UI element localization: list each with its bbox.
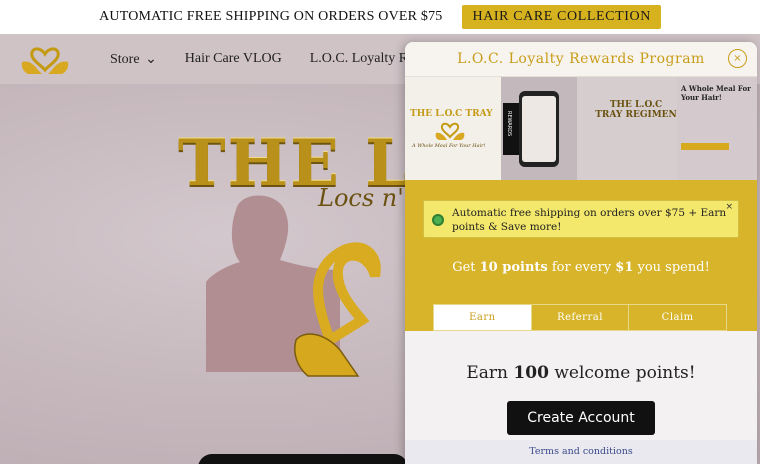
welcome-suffix: welcome points! <box>548 363 696 383</box>
earn-rate-points: 10 points <box>479 260 548 275</box>
promo-banner: THE L.O.C TRAY A Whole Meal For Your Hai… <box>405 76 757 180</box>
welcome-points-text: Earn 100 welcome points! <box>405 363 757 383</box>
rewards-tag: REWARDS <box>503 103 519 155</box>
earn-rate-amount: $1 <box>615 260 634 275</box>
banner-meal-heading: A Whole Meal For Your Hair! <box>681 84 751 102</box>
loyalty-rewards-popup: L.O.C. Loyalty Rewards Program × THE L.O… <box>405 42 757 464</box>
banner-tray-title: THE L.O.C TRAY <box>410 109 493 119</box>
banner-tray-panel: THE L.O.C TRAY A Whole Meal For Your Hai… <box>405 77 501 180</box>
hands-heart-icon <box>435 122 465 140</box>
shipping-notice: Automatic free shipping on orders over $… <box>423 200 739 238</box>
rewards-tabs: Earn Referral Claim <box>433 304 727 331</box>
banner-meal-panel: A Whole Meal For Your Hair! <box>677 77 757 180</box>
earn-rate-text: Get 10 points for every $1 you spend! <box>405 260 757 275</box>
nav-item-store[interactable]: Store ⌄ <box>110 51 157 68</box>
hero-silhouette-graphic <box>206 195 381 377</box>
announcement-message: AUTOMATIC FREE SHIPPING ON ORDERS OVER $… <box>99 9 443 24</box>
notice-close-icon[interactable]: × <box>725 202 733 212</box>
earn-tab-panel: Earn 100 welcome points! Create Account <box>405 331 757 441</box>
hair-care-collection-button[interactable]: HAIR CARE COLLECTION <box>462 5 661 29</box>
nav-item-store-label: Store <box>110 51 140 67</box>
banner-regimen-panel: THE L.O.C TRAY REGIMEN <box>577 77 677 180</box>
brand-logo[interactable] <box>20 44 70 76</box>
tab-referral[interactable]: Referral <box>531 305 630 330</box>
chevron-down-icon: ⌄ <box>141 51 157 67</box>
banner-regimen-title: THE L.O.C TRAY REGIMEN <box>595 100 677 120</box>
create-account-button[interactable]: Create Account <box>507 401 655 435</box>
shipping-notice-text: Automatic free shipping on orders over $… <box>452 207 727 234</box>
banner-phone-panel: REWARDS <box>501 77 577 180</box>
terms-link[interactable]: Terms and conditions <box>405 440 757 464</box>
tab-earn[interactable]: Earn <box>434 305 532 330</box>
tab-claim[interactable]: Claim <box>629 305 727 330</box>
nav-item-hair-care-vlog[interactable]: Hair Care VLOG <box>185 51 282 67</box>
phone-screen <box>522 96 556 162</box>
banner-tray-subtitle: A Whole Meal For Your Hair! <box>412 143 486 149</box>
welcome-prefix: Earn <box>466 363 514 383</box>
welcome-points: 100 <box>513 363 549 383</box>
hero-cta-button[interactable] <box>198 454 408 464</box>
earn-rate-tail: you spend! <box>633 260 710 275</box>
phone-mockup <box>519 91 559 167</box>
main-nav: Store ⌄ Hair Care VLOG L.O.C. Loyalty Re… <box>110 34 448 84</box>
earn-rate-prefix: Get <box>452 260 480 275</box>
rewards-tag-label: REWARDS <box>506 111 512 137</box>
close-icon[interactable]: × <box>728 49 747 68</box>
announcement-bar: AUTOMATIC FREE SHIPPING ON ORDERS OVER $… <box>0 0 760 34</box>
earn-rate-suffix: for every <box>547 260 616 275</box>
banner-meal-button <box>681 143 729 150</box>
popup-header: L.O.C. Loyalty Rewards Program × <box>405 42 757 76</box>
status-dot-icon <box>432 214 444 226</box>
popup-title: L.O.C. Loyalty Rewards Program <box>457 51 705 67</box>
